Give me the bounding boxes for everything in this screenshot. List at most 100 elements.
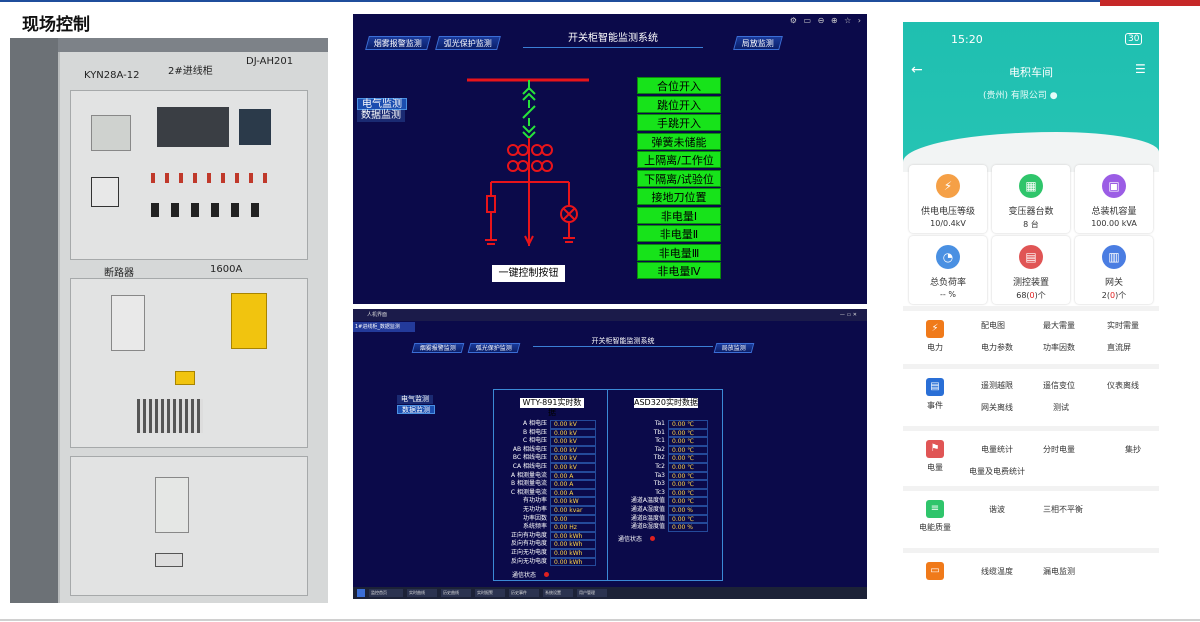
row-key: Ta1 bbox=[654, 420, 665, 427]
window-titlebar: 人机界面 — ▭ ✕ bbox=[353, 309, 867, 321]
current-transformers-icon bbox=[485, 138, 578, 247]
card-value-part: )个 bbox=[1115, 291, 1127, 300]
nav-data[interactable]: 数据监测 bbox=[357, 110, 405, 122]
summary-card[interactable]: ▤ 测控装置 68(0)个 bbox=[992, 236, 1070, 304]
function-item[interactable]: 遥信变位 bbox=[1043, 380, 1075, 391]
row-key: 功率因数 bbox=[522, 514, 547, 522]
table-row: C 相测量电流 0.00 A bbox=[500, 488, 596, 498]
function-item[interactable]: 电力参数 bbox=[981, 342, 1013, 353]
summary-card[interactable]: ▥ 网关 2(0)个 bbox=[1075, 236, 1153, 304]
section-label: 电力 bbox=[927, 343, 943, 352]
function-item[interactable]: 谐波 bbox=[989, 504, 1005, 515]
taskbar: 监控首页 实时曲线 历史曲线 实时报警 历史事件 系统设置 用户管理 bbox=[353, 587, 867, 599]
function-item[interactable]: 分时电量 bbox=[1043, 444, 1075, 455]
row-value: 0.00 ℃ bbox=[668, 428, 708, 438]
status-closed-input[interactable]: 合位开入 bbox=[637, 77, 721, 94]
section-header[interactable]: ▭ bbox=[913, 562, 957, 584]
display-panel bbox=[91, 177, 119, 207]
function-item[interactable]: 集抄 bbox=[1125, 444, 1141, 455]
taskbar-item[interactable]: 用户管理 bbox=[577, 589, 607, 597]
nav-electrical[interactable]: 电气监测 bbox=[397, 395, 433, 404]
taskbar-item[interactable]: 实时报警 bbox=[475, 589, 505, 597]
taskbar-item[interactable]: 实时曲线 bbox=[407, 589, 437, 597]
company-name[interactable]: (贵州) 有限公司 ● bbox=[983, 88, 1058, 101]
row-value: 0.00 bbox=[550, 514, 596, 524]
summary-card[interactable]: ▦ 变压器台数 8 台 bbox=[992, 165, 1070, 233]
cabinet-name: 2#进线柜 bbox=[168, 66, 213, 77]
protection-relay bbox=[91, 115, 131, 151]
function-item[interactable]: 配电图 bbox=[981, 320, 1005, 331]
monitor-icon: ▭ bbox=[926, 562, 944, 580]
transformer-icon: ▦ bbox=[1019, 174, 1043, 198]
summary-card[interactable]: ▣ 总装机容量 100.00 kVA bbox=[1075, 165, 1153, 233]
status-non-electric-3[interactable]: 非电量Ⅲ bbox=[637, 244, 721, 261]
device-tab[interactable]: 1#进线柜_数据监测 bbox=[353, 322, 415, 332]
function-item[interactable]: 三相不平衡 bbox=[1043, 504, 1083, 515]
function-item[interactable]: 电量及电费统计 bbox=[969, 466, 1025, 477]
status-non-electric-4[interactable]: 非电量Ⅳ bbox=[637, 262, 721, 279]
taskbar-item[interactable]: 监控首页 bbox=[369, 589, 403, 597]
table-row: 通道B湿度值 0.00 % bbox=[614, 523, 708, 532]
table-row: CA 相线电压 0.00 kV bbox=[500, 462, 596, 472]
card-label: 测控装置 bbox=[1012, 278, 1049, 288]
tab-arc-protection[interactable]: 弧光保护监测 bbox=[435, 36, 501, 50]
section-header[interactable]: ≡ 电能质量 bbox=[913, 500, 957, 533]
summary-card[interactable]: ◔ 总负荷率 -- % bbox=[909, 236, 987, 304]
tab-smoke-alarm[interactable]: 烟雾报警监测 bbox=[411, 343, 465, 353]
status-non-electric-1[interactable]: 非电量Ⅰ bbox=[637, 207, 721, 224]
function-item[interactable]: 最大需量 bbox=[1043, 320, 1075, 331]
status-manual-trip[interactable]: 手跳开入 bbox=[637, 114, 721, 131]
function-item[interactable]: 漏电监测 bbox=[1043, 566, 1075, 577]
monitor-screen bbox=[157, 107, 229, 147]
nav-electrical[interactable]: 电气监测 bbox=[357, 98, 407, 110]
row-key: 通道A湿度值 bbox=[630, 505, 665, 513]
status-earth-switch[interactable]: 接地刀位置 bbox=[637, 188, 721, 205]
row-key: 通道B温度值 bbox=[630, 514, 665, 522]
function-item[interactable]: 直流屏 bbox=[1107, 342, 1131, 353]
start-icon[interactable] bbox=[357, 589, 365, 597]
status-non-electric-2[interactable]: 非电量Ⅱ bbox=[637, 225, 721, 242]
taskbar-item[interactable]: 历史曲线 bbox=[441, 589, 471, 597]
section-header[interactable]: ▤ 事件 bbox=[913, 378, 957, 411]
function-item[interactable]: 遥测越限 bbox=[981, 380, 1013, 391]
row-key: 通道B湿度值 bbox=[630, 523, 665, 531]
function-item[interactable]: 仪表离线 bbox=[1107, 380, 1139, 391]
tab-partial-discharge[interactable]: 局放监测 bbox=[733, 36, 783, 50]
summary-card[interactable]: ⚡ 供电电压等级 10/0.4kV bbox=[909, 165, 987, 233]
row-value: 0.00 kV bbox=[550, 437, 596, 446]
status-lower-isolator[interactable]: 下隔离/试验位 bbox=[637, 170, 721, 187]
status-upper-isolator[interactable]: 上隔离/工作位 bbox=[637, 151, 721, 168]
section-header[interactable]: ⚑ 电量 bbox=[913, 440, 957, 473]
tab-partial-discharge[interactable]: 局放监测 bbox=[713, 343, 755, 353]
function-item[interactable]: 功率因数 bbox=[1043, 342, 1075, 353]
function-item[interactable]: 电量统计 bbox=[981, 444, 1013, 455]
tab-arc-protection[interactable]: 弧光保护监测 bbox=[467, 343, 521, 353]
row-key: Tb2 bbox=[653, 454, 665, 462]
window-controls[interactable]: ⚙ ▭ ⊖ ⊕ ☆ › bbox=[790, 16, 863, 25]
row-value: 0.00 kW bbox=[550, 497, 596, 506]
section-header[interactable]: ⚡ 电力 bbox=[913, 320, 957, 353]
taskbar-item[interactable]: 历史事件 bbox=[509, 589, 539, 597]
function-item[interactable]: 实时需量 bbox=[1107, 320, 1139, 331]
panel-divider bbox=[607, 390, 608, 580]
row-key: B 相测量电流 bbox=[510, 480, 547, 488]
menu-icon[interactable]: ☰ bbox=[1135, 62, 1146, 76]
realtime-data-panel: WTY-891实时数据 ASD320实时数据 A 相电压 0.00 kV B 相电压… bbox=[493, 389, 723, 581]
function-item[interactable]: 网关离线 bbox=[981, 402, 1013, 413]
one-key-control-button[interactable]: 一键控制按钮 bbox=[492, 265, 565, 282]
status-spring-uncharged[interactable]: 弹簧未储能 bbox=[637, 133, 721, 150]
taskbar-item[interactable]: 系统设置 bbox=[543, 589, 573, 597]
tab-smoke-alarm[interactable]: 烟雾报警监测 bbox=[365, 36, 431, 50]
status-trip-input[interactable]: 跳位开入 bbox=[637, 96, 721, 113]
function-item[interactable]: 测试 bbox=[1053, 402, 1069, 413]
table-row: Tc1 0.00 ℃ bbox=[614, 437, 708, 446]
asd-comm-status: 通信状态 bbox=[618, 534, 655, 543]
location-icon: ● bbox=[1049, 91, 1058, 101]
function-item[interactable]: 线缆温度 bbox=[981, 566, 1013, 577]
energy-icon: ⚑ bbox=[926, 440, 944, 458]
scada-header: ⚙ ▭ ⊖ ⊕ ☆ › 开关柜智能监测系统 烟雾报警监测 弧光保护监测 局放监测 bbox=[353, 14, 867, 50]
device-icon: ▤ bbox=[1019, 245, 1043, 269]
section-label: 电能质量 bbox=[919, 523, 951, 532]
nav-data[interactable]: 数据监测 bbox=[397, 405, 435, 414]
window-controls[interactable]: — ▭ ✕ bbox=[840, 309, 857, 321]
